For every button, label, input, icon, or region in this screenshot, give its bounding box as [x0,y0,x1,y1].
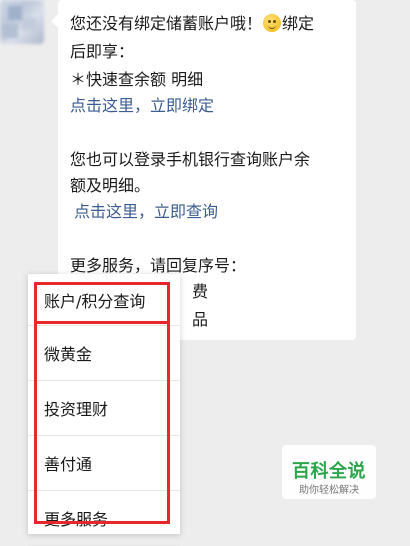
query-account-link[interactable]: 点击这里，立即查询 [74,202,218,222]
sender-avatar[interactable] [0,0,44,44]
menu-item-label: 微黄金 [44,345,93,364]
menu-item-label: 善付通 [44,455,93,474]
message-line-partial: 费 [192,282,209,301]
popup-menu: 账户/积分查询 微黄金 投资理财 善付通 更多服务 [28,274,180,546]
smiley-emoji-icon [263,14,282,32]
message-text: 绑定 [282,14,315,33]
message-line: 额及明细。 [70,176,151,195]
menu-item-label: 投资理财 [44,400,109,419]
watermark-title: 百科全说 [292,461,366,482]
message-text: 您还没有绑定储蓄账户哦！ [70,14,263,33]
menu-item-account-points-query[interactable]: 账户/积分查询 [28,274,180,326]
menu-item-label: 账户/积分查询 [44,291,146,311]
message-line: 更多服务，请回复序号： [70,256,247,275]
menu-item-more-services[interactable]: 更多服务 [28,491,180,546]
watermark-subtitle: 助你轻松解决 [299,485,359,496]
bind-account-link[interactable]: 点击这里，立即绑定 [70,96,214,116]
menu-item-label: 更多服务 [44,510,109,529]
watermark-logo: 百科全说 助你轻松解决 [282,445,376,499]
message-line: 您也可以登录手机银行查询账户余 [70,150,311,169]
menu-item-micro-gold[interactable]: 微黄金 [28,326,180,381]
message-line: ＊快速查余额 明细 [70,70,204,89]
message-line: 您还没有绑定储蓄账户哦！ 绑定 [70,14,314,34]
menu-item-investment[interactable]: 投资理财 [28,381,180,436]
message-line: 后即享： [70,42,135,61]
message-line-partial: 品 [192,310,209,329]
menu-item-shanfutong[interactable]: 善付通 [28,436,180,491]
